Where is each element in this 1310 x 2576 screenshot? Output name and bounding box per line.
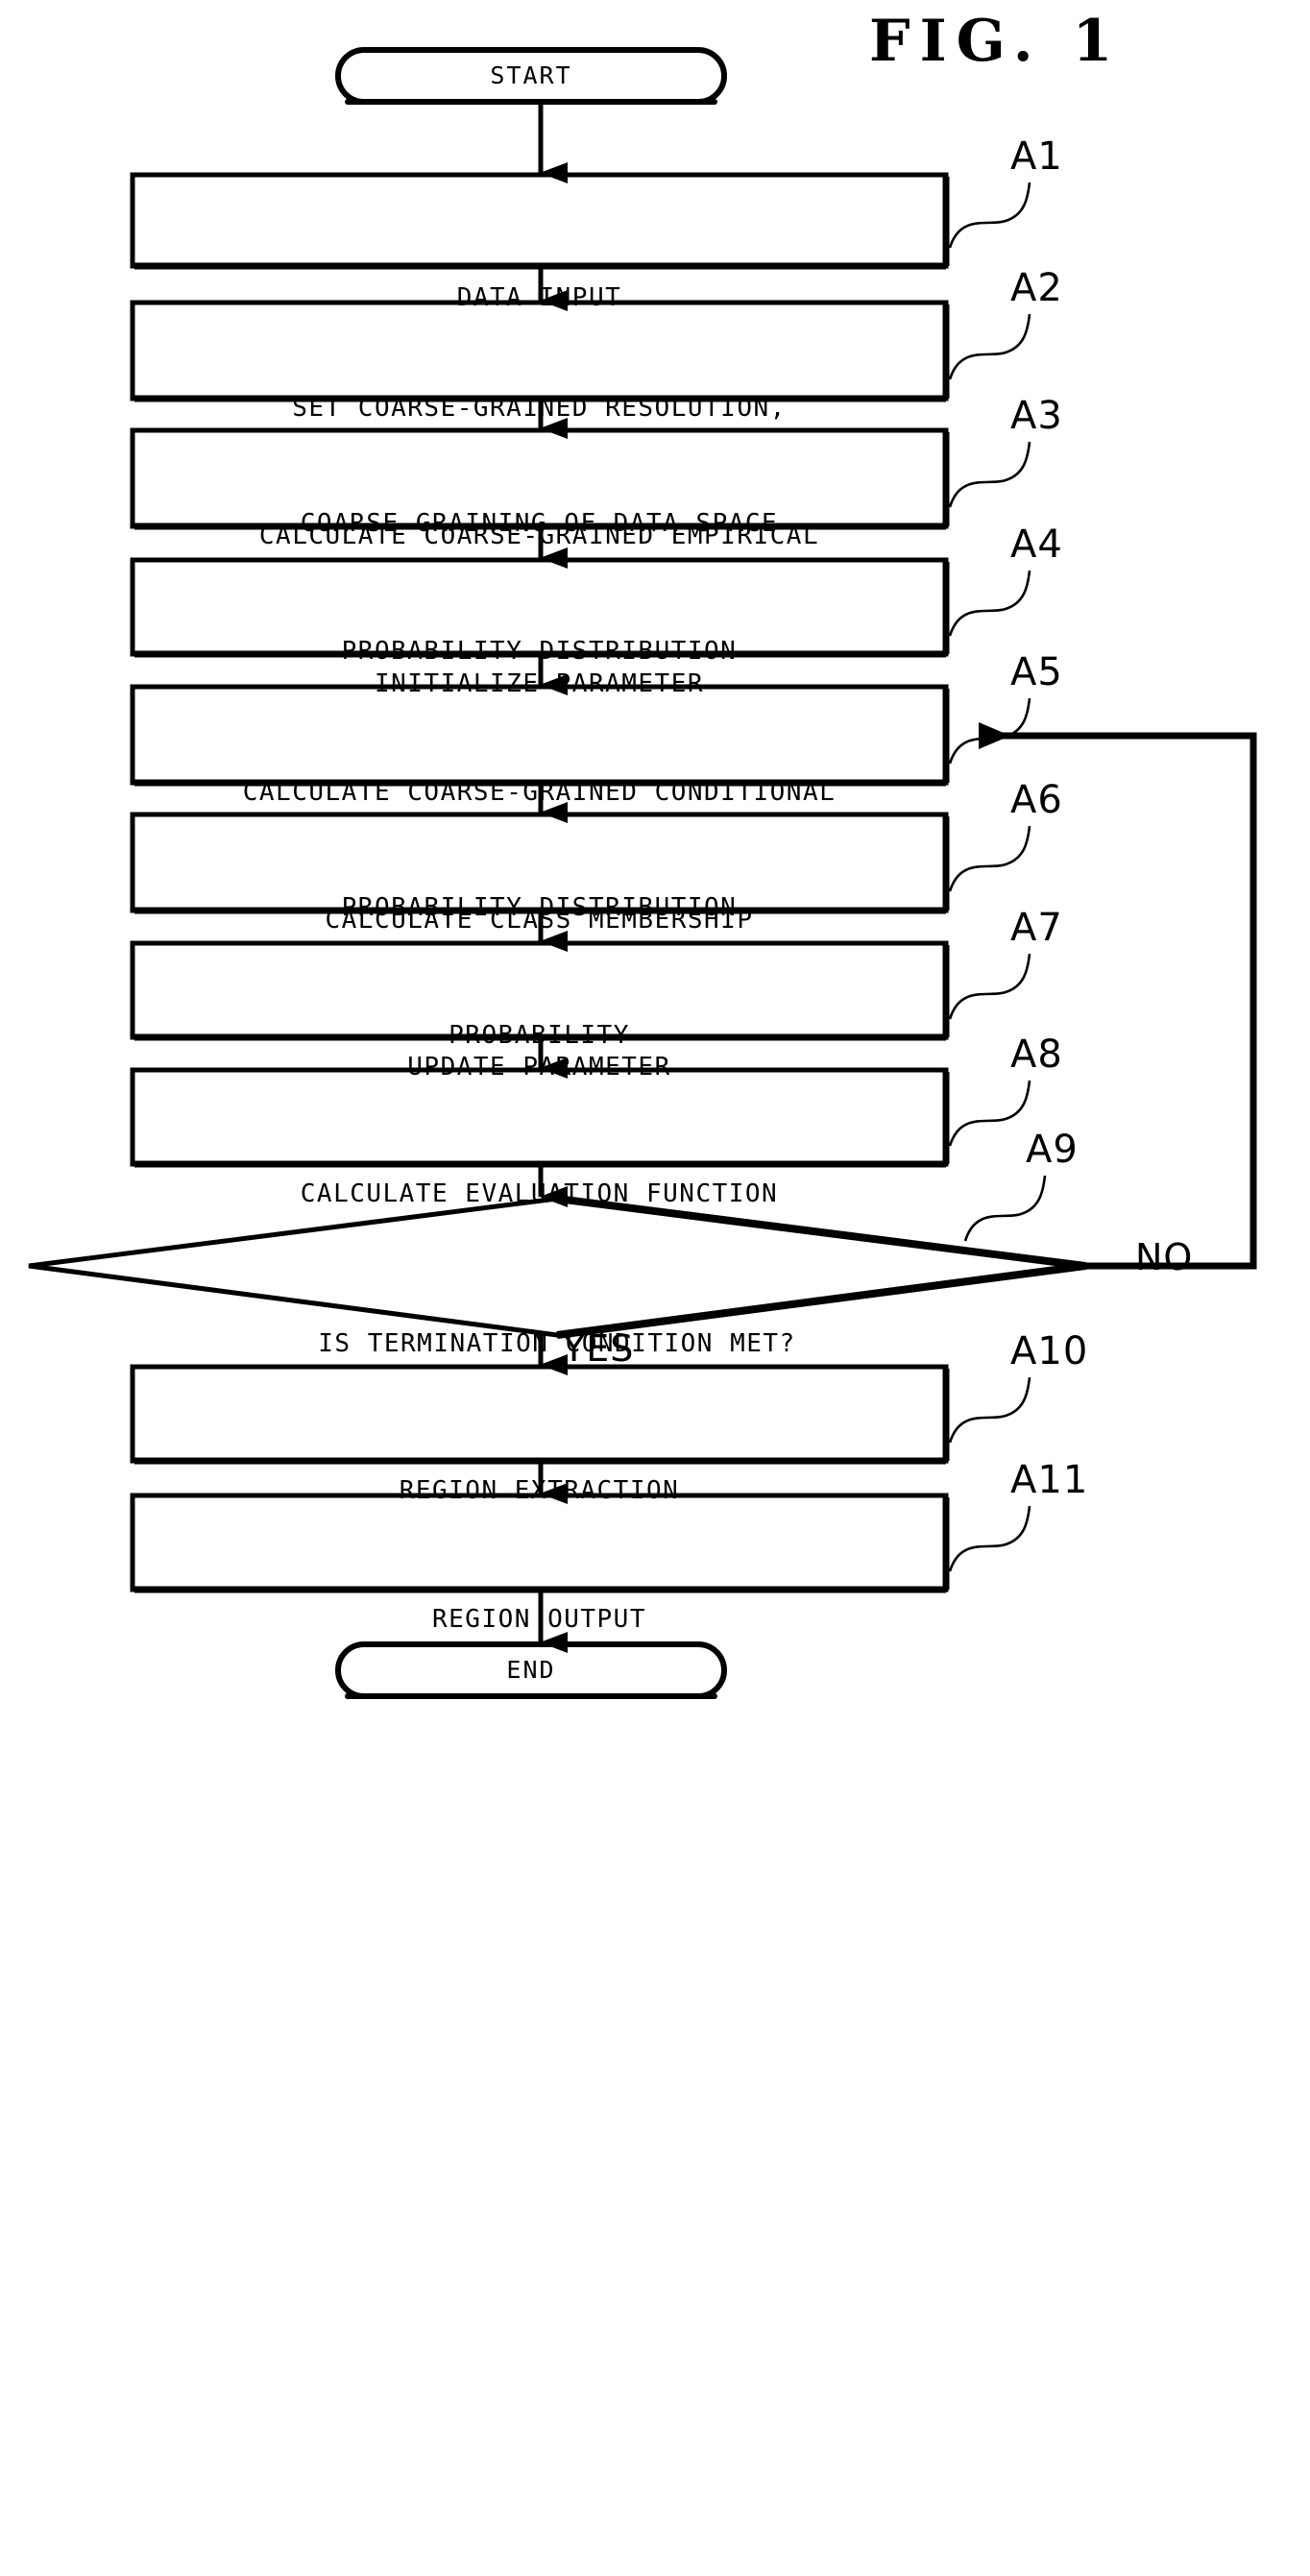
- leader-a11: [948, 1505, 1031, 1572]
- box-a1-line-1: DATA INPUT: [456, 283, 622, 312]
- ref-label-a3: A3: [1010, 394, 1063, 438]
- leader-a7: [948, 953, 1031, 1020]
- ref-label-a7: A7: [1010, 906, 1063, 950]
- decision-a9-line-1: IS TERMINATION CONDITION MET?: [318, 1329, 796, 1358]
- leader-a9: [963, 1175, 1047, 1242]
- branch-label-no: NO: [1135, 1236, 1194, 1278]
- leader-a6: [948, 825, 1031, 892]
- box-a10-line-1: REGION EXTRACTION: [399, 1476, 680, 1505]
- ref-label-a10: A10: [1010, 1329, 1089, 1373]
- figure-canvas: FIG. 1 START END DATA INPUT SET COARSE-G…: [0, 0, 1310, 2576]
- box-a7-line-1: UPDATE PARAMETER: [407, 1053, 671, 1081]
- ref-label-a4: A4: [1010, 522, 1063, 567]
- ref-label-a5: A5: [1010, 650, 1063, 694]
- box-a5-line-1: CALCULATE COARSE-GRAINED CONDITIONAL: [242, 778, 837, 807]
- box-a2-line-1: SET COARSE-GRAINED RESOLUTION,: [292, 394, 787, 423]
- box-a6-line-1: CALCULATE CLASS MEMBERSHIP: [325, 906, 754, 935]
- start-terminal-label: START: [490, 61, 572, 89]
- leader-a4: [948, 570, 1031, 637]
- ref-label-a8: A8: [1010, 1033, 1063, 1077]
- leader-a1: [948, 182, 1031, 249]
- branch-label-yes: YES: [563, 1327, 635, 1370]
- leader-a8: [948, 1080, 1031, 1147]
- leader-a2: [948, 313, 1031, 380]
- box-a8-line-1: CALCULATE EVALUATION FUNCTION: [300, 1179, 779, 1208]
- figure-title: FIG. 1: [869, 8, 1123, 75]
- ref-label-a1: A1: [1010, 134, 1063, 179]
- ref-label-a2: A2: [1010, 266, 1063, 310]
- box-a3-line-1: CALCULATE COARSE-GRAINED EMPIRICAL: [258, 522, 820, 550]
- ref-label-a9: A9: [1026, 1128, 1079, 1172]
- ref-label-a11: A11: [1010, 1458, 1089, 1502]
- leader-a5: [948, 697, 1031, 765]
- ref-label-a6: A6: [1010, 778, 1063, 822]
- box-a11-line-1: REGION OUTPUT: [432, 1605, 646, 1634]
- box-a11-label: REGION OUTPUT: [133, 1523, 946, 1715]
- leader-a3: [948, 441, 1031, 508]
